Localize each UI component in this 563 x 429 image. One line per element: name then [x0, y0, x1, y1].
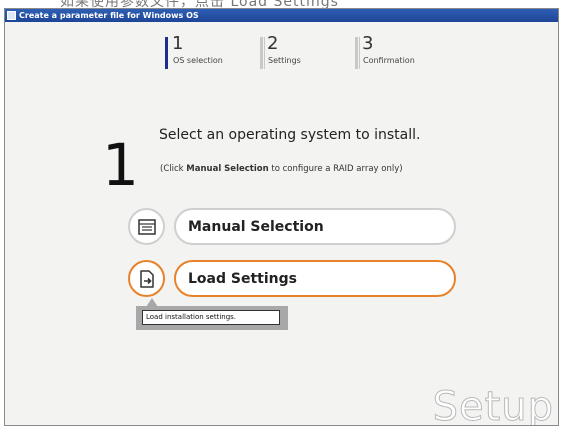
page-instruction: (Click Manual Selection to configure a R… — [160, 164, 403, 174]
window-title: Create a parameter file for Windows OS — [19, 11, 199, 20]
instruction-emphasis: Manual Selection — [186, 164, 269, 174]
step-label: Settings — [268, 56, 301, 65]
load-settings-button[interactable]: Load Settings — [128, 260, 456, 297]
manual-selection-button[interactable]: Manual Selection — [128, 208, 456, 245]
import-file-icon — [139, 269, 154, 288]
manual-selection-label-pill[interactable]: Manual Selection — [174, 208, 456, 245]
cropped-annotation-text: 如果使用参数文件，点击 Load Settings — [60, 0, 339, 8]
current-step-number: 1 — [102, 131, 139, 199]
load-settings-icon-button[interactable] — [128, 260, 165, 297]
app-window-icon — [7, 11, 16, 20]
step-number: 3 — [362, 33, 374, 54]
list-document-icon — [137, 218, 156, 235]
manual-selection-icon-button[interactable] — [128, 208, 165, 245]
wizard-window: Create a parameter file for Windows OS 1… — [4, 8, 559, 426]
step-label: Confirmation — [363, 56, 415, 65]
title-bar: Create a parameter file for Windows OS — [5, 9, 558, 22]
manual-selection-label: Manual Selection — [188, 219, 324, 235]
step-number: 1 — [172, 33, 184, 54]
tooltip-text: Load installation settings. — [142, 310, 280, 325]
top-strip: 如果使用参数文件，点击 Load Settings — [0, 0, 563, 8]
load-settings-label-pill[interactable]: Load Settings — [174, 260, 456, 297]
step-label: OS selection — [173, 56, 223, 65]
load-settings-label: Load Settings — [188, 271, 297, 287]
step-number: 2 — [267, 33, 279, 54]
page-heading: Select an operating system to install. — [159, 127, 421, 143]
setup-watermark: Setup — [432, 384, 554, 426]
